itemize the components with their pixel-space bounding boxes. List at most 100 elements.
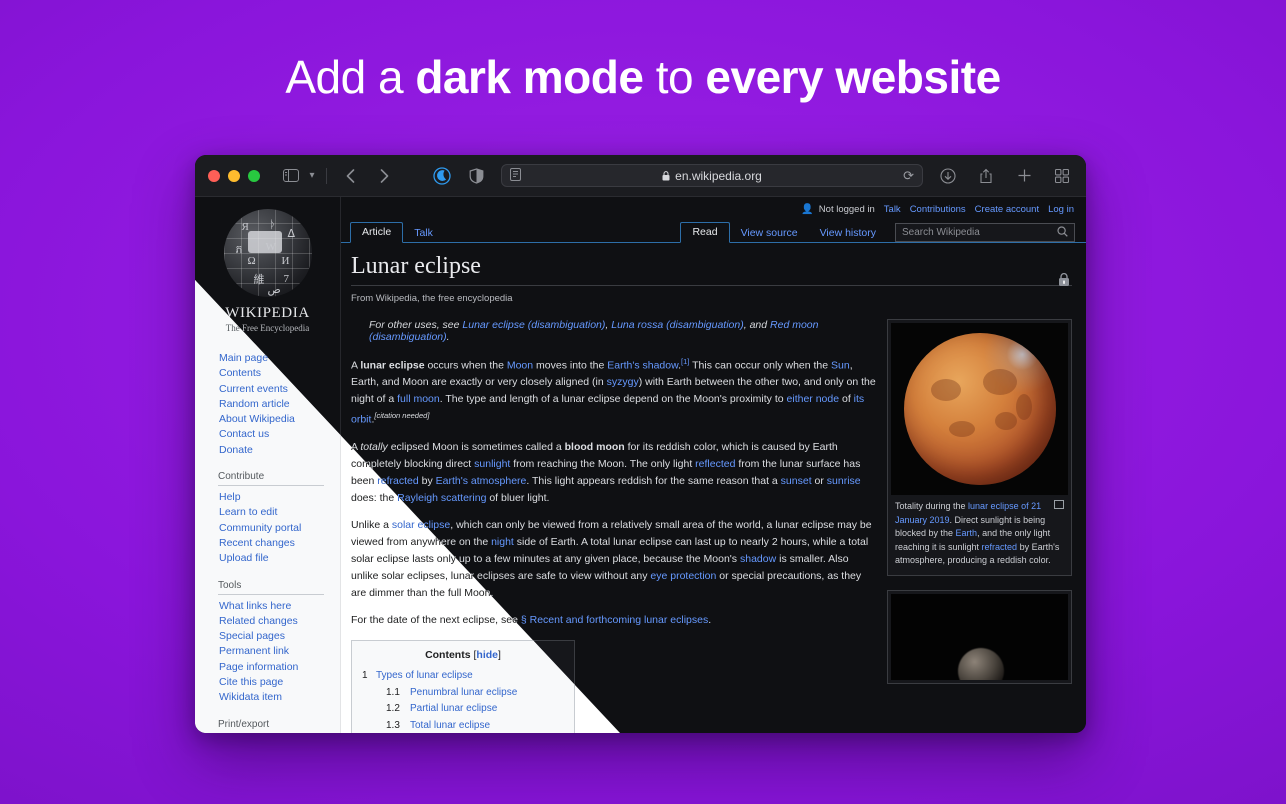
userbar-link-create-account[interactable]: Create account <box>975 204 1039 215</box>
blood-moon-photo[interactable] <box>891 323 1068 495</box>
headline-part-2: to <box>643 51 706 103</box>
sidebar-link-cite-this-page[interactable]: Cite this page <box>219 675 340 690</box>
sidebar-link-recent-changes[interactable]: Recent changes <box>219 536 340 551</box>
p4-link-section[interactable]: § Recent and forthcoming lunar eclipses <box>521 614 708 626</box>
cap-link-earth[interactable]: Earth <box>956 528 978 538</box>
p2-link-reflected[interactable]: reflected <box>695 458 735 470</box>
userbar-link-login[interactable]: Log in <box>1048 204 1074 215</box>
article-tabs: Article Talk Read View source View histo… <box>341 221 1086 243</box>
url-display: en.wikipedia.org <box>502 169 922 183</box>
sidebar-header-contribute: Contribute <box>218 458 324 487</box>
p3-link-eye-protection[interactable]: eye protection <box>650 570 716 582</box>
p2-link-rayleigh-scattering[interactable]: Rayleigh scattering <box>397 492 486 504</box>
minimize-button[interactable] <box>228 169 240 182</box>
p2-t4: from reaching the Moon. The only light <box>510 457 696 470</box>
tab-article[interactable]: Article <box>350 222 404 243</box>
user-links-bar: 👤 Not logged in Talk Contributions Creat… <box>341 197 1086 221</box>
tab-view-history[interactable]: View history <box>809 224 887 243</box>
hatnote-link-2[interactable]: Luna rossa (disambiguation) <box>611 319 744 331</box>
protected-page-lock-icon[interactable] <box>1058 272 1070 287</box>
page-title: Add a dark mode to every website <box>0 46 1286 108</box>
sidebar-link-permanent-link[interactable]: Permanent link <box>219 644 340 659</box>
toc-entry[interactable]: 1.2 Partial lunar eclipse <box>362 701 564 718</box>
sidebar-link-special-pages[interactable]: Special pages <box>219 629 340 644</box>
p2-link-sunset[interactable]: sunset <box>781 475 812 487</box>
p1-bold: lunar eclipse <box>360 359 425 372</box>
toc-entry[interactable]: 1.1 Penumbral lunar eclipse <box>362 685 564 702</box>
dark-eclipse-photo[interactable] <box>891 593 1068 680</box>
contrast-icon[interactable] <box>465 165 487 187</box>
moon-icon[interactable] <box>431 165 453 187</box>
forward-arrow-icon[interactable] <box>373 165 395 187</box>
sidebar-link-what-links-here[interactable]: What links here <box>219 599 340 614</box>
p3-link-night[interactable]: night <box>491 536 514 548</box>
paragraph-1: A lunar eclipse occurs when the Moon mov… <box>351 354 877 428</box>
p1-link-earths-shadow[interactable]: Earth's shadow <box>607 360 678 372</box>
back-arrow-icon[interactable] <box>339 165 361 187</box>
p1-link-either-node[interactable]: either node <box>787 393 840 405</box>
sidebar-link-contact[interactable]: Contact us <box>219 427 340 442</box>
sidebar-link-learn-to-edit[interactable]: Learn to edit <box>219 505 340 520</box>
p1-t1: A <box>351 359 361 372</box>
toc-title: Contents [hide] <box>362 649 564 661</box>
p2-t2: eclipsed Moon is sometimes called a <box>387 441 565 454</box>
toc-entry-label[interactable]: Types of lunar eclipse <box>376 668 473 685</box>
share-icon[interactable] <box>975 165 997 187</box>
cap-link-refracted[interactable]: refracted <box>982 542 1018 552</box>
toc-entry-number: 1.1 <box>386 686 400 698</box>
userbar-link-contributions[interactable]: Contributions <box>910 204 966 215</box>
wikipedia-logo[interactable]: Я ᚦ ᐃ W Ω И ភ 維 7 ص <box>218 209 318 301</box>
moon-disc <box>903 333 1056 485</box>
plus-icon[interactable] <box>1013 165 1035 187</box>
chevron-down-icon[interactable]: ▾ <box>304 165 320 187</box>
p1-link-moon[interactable]: Moon <box>507 360 533 372</box>
reload-icon[interactable]: ⟳ <box>903 168 914 184</box>
sidebar-link-donate[interactable]: Donate <box>219 443 340 458</box>
close-button[interactable] <box>208 169 220 182</box>
hatnote-link-1[interactable]: Lunar eclipse (disambiguation) <box>462 319 605 331</box>
tab-view-source[interactable]: View source <box>730 224 809 243</box>
sidebar-link-page-information[interactable]: Page information <box>219 660 340 675</box>
toc-bracket-close: ] <box>498 649 501 662</box>
p1-citation-needed[interactable]: [citation needed] <box>374 411 429 420</box>
p1-link-sun[interactable]: Sun <box>831 360 850 372</box>
headline-bold-2: every website <box>705 51 1001 103</box>
sidebar-link-wikidata-item[interactable]: Wikidata item <box>219 690 340 705</box>
tab-overview-icon[interactable] <box>1051 165 1073 187</box>
p2-link-sunrise[interactable]: sunrise <box>827 475 861 487</box>
article-title: Lunar eclipse <box>351 253 1072 286</box>
toc-entry[interactable]: 1.3 Total lunar eclipse <box>362 718 564 733</box>
sidebar-link-community-portal[interactable]: Community portal <box>219 521 340 536</box>
search-input[interactable]: Search Wikipedia <box>895 223 1075 242</box>
toc-entry-label[interactable]: Partial lunar eclipse <box>410 701 497 718</box>
toc-entry-label[interactable]: Total lunar eclipse <box>410 718 490 733</box>
p2-link-sunlight[interactable]: sunlight <box>474 458 510 470</box>
p1-link-full-moon[interactable]: full moon <box>397 393 440 405</box>
p2-link-earths-atmosphere[interactable]: Earth's atmosphere <box>436 475 527 487</box>
toc-hide-link[interactable]: hide <box>476 649 498 661</box>
hatnote-lead: For other uses, see <box>369 319 463 331</box>
p1-link-syzygy[interactable]: syzygy <box>607 376 639 388</box>
sidebar-link-related-changes[interactable]: Related changes <box>219 614 340 629</box>
p2-t7: . This light appears reddish for the sam… <box>526 474 781 487</box>
toc-entry[interactable]: 1 Types of lunar eclipse <box>362 668 564 685</box>
toc-entry-label[interactable]: Penumbral lunar eclipse <box>410 685 517 702</box>
person-icon: 👤 <box>801 203 814 215</box>
enlarge-icon[interactable] <box>1054 500 1064 509</box>
tab-read[interactable]: Read <box>680 222 730 243</box>
userbar-link-talk[interactable]: Talk <box>884 204 901 215</box>
sidebar-link-help[interactable]: Help <box>219 490 340 505</box>
sidebar-toggle-icon[interactable] <box>278 165 304 187</box>
maximize-button[interactable] <box>248 169 260 182</box>
action-tabs: Read View source View history Search Wik… <box>680 222 1086 243</box>
sidebar-link-upload-file[interactable]: Upload file <box>219 551 340 566</box>
p1-t9: of <box>839 393 854 406</box>
tab-talk[interactable]: Talk <box>403 224 444 243</box>
p3-link-shadow[interactable]: shadow <box>740 553 776 565</box>
download-icon[interactable] <box>937 165 959 187</box>
padlock-icon <box>662 170 670 180</box>
thumbnail-dark-eclipse <box>887 589 1072 684</box>
window-controls[interactable] <box>208 169 260 182</box>
search-icon[interactable] <box>1057 225 1068 240</box>
address-bar[interactable]: en.wikipedia.org ⟳ <box>501 164 923 187</box>
